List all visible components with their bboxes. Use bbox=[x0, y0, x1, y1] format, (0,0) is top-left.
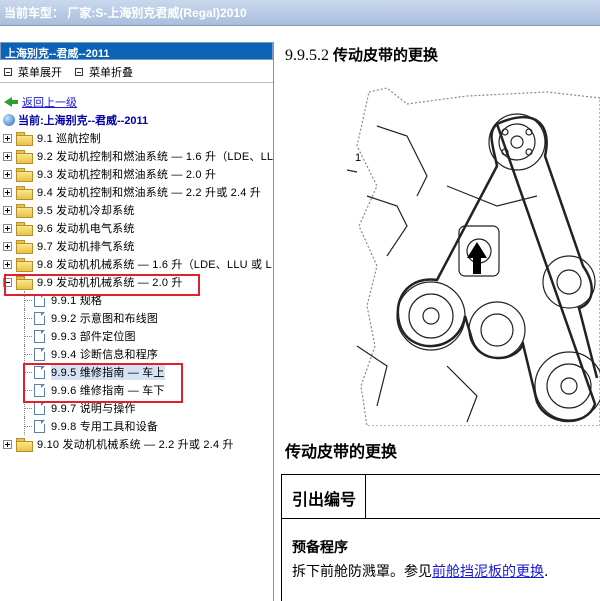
current-location: 当前:上海别克--君威--2011 bbox=[0, 111, 273, 129]
tree-item-9-2[interactable]: 9.2 发动机控制和燃油系统 — 1.6 升（LDE、LL bbox=[0, 147, 273, 165]
plus-icon[interactable] bbox=[3, 151, 12, 161]
plus-icon[interactable] bbox=[3, 187, 12, 197]
tree-item-label: 9.3 发动机控制和燃油系统 — 2.0 升 bbox=[37, 169, 217, 181]
collapse-icon bbox=[75, 68, 84, 76]
tree-item-label: 9.1 巡航控制 bbox=[37, 133, 101, 145]
header-blank-cell bbox=[366, 475, 600, 519]
back-link[interactable]: 返回上一级 bbox=[22, 94, 77, 110]
document-icon bbox=[34, 365, 45, 379]
document-icon bbox=[34, 347, 45, 361]
globe-icon bbox=[3, 114, 15, 126]
content-pane: 9.9.5.2 传动皮带的更换 1 传动皮带的更换 引出编号 预备程序 拆下前舱… bbox=[277, 42, 600, 601]
tree-item-label: 9.9.3 部件定位图 bbox=[51, 331, 136, 343]
open-folder-icon bbox=[16, 276, 33, 290]
folder-icon bbox=[16, 168, 33, 182]
section-title: 9.9.5.2 传动皮带的更换 bbox=[285, 44, 438, 65]
tree-item-label: 9.8 发动机机械系统 — 1.6 升（LDE、LLU 或 L bbox=[37, 259, 272, 271]
expand-icon bbox=[4, 68, 12, 76]
document-icon bbox=[34, 329, 45, 343]
expand-menu-button[interactable]: 菜单展开 bbox=[4, 64, 62, 80]
tree-item-label: 9.2 发动机控制和燃油系统 — 1.6 升（LDE、LL bbox=[37, 151, 274, 163]
tree-item-label: 9.5 发动机冷却系统 bbox=[37, 205, 135, 217]
tree-item-9-9-3[interactable]: 9.9.3 部件定位图 bbox=[0, 327, 273, 345]
document-icon bbox=[34, 383, 45, 397]
tree-item-label: 9.9.7 说明与操作 bbox=[51, 403, 136, 415]
tree-item-9-1[interactable]: 9.1 巡航控制 bbox=[0, 129, 273, 147]
tree-item-9-9-1[interactable]: 9.9.1 规格 bbox=[0, 291, 273, 309]
document-icon bbox=[34, 311, 45, 325]
expand-menu-label: 菜单展开 bbox=[18, 67, 62, 79]
minus-icon[interactable] bbox=[3, 277, 12, 287]
plus-icon[interactable] bbox=[3, 223, 12, 233]
tree-item-9-5[interactable]: 9.5 发动机冷却系统 bbox=[0, 201, 273, 219]
drive-belt-diagram bbox=[347, 87, 600, 426]
menu-toolbar: 菜单展开 菜单折叠 bbox=[0, 60, 273, 80]
collapse-menu-button[interactable]: 菜单折叠 bbox=[75, 64, 133, 80]
nav-tree: 9.1 巡航控制 9.2 发动机控制和燃油系统 — 1.6 升（LDE、LL 9… bbox=[0, 129, 273, 453]
tree-item-label: 9.9.6 维修指南 — 车下 bbox=[51, 385, 165, 397]
section-title-text: 传动皮带的更换 bbox=[333, 46, 439, 64]
procedure-heading: 传动皮带的更换 bbox=[285, 442, 398, 461]
tree-item-9-4[interactable]: 9.4 发动机控制和燃油系统 — 2.2 升或 2.4 升 bbox=[0, 183, 273, 201]
tree-item-9-8[interactable]: 9.8 发动机机械系统 — 1.6 升（LDE、LLU 或 L bbox=[0, 255, 273, 273]
folder-icon bbox=[16, 150, 33, 164]
back-arrow-icon bbox=[4, 97, 18, 107]
folder-icon bbox=[16, 438, 33, 452]
title-value: 厂家:S-上海别克君威(Regal)2010 bbox=[67, 6, 247, 20]
tree-item-9-9-8[interactable]: 9.9.8 专用工具和设备 bbox=[0, 417, 273, 435]
tree-item-9-10[interactable]: 9.10 发动机机械系统 — 2.2 升或 2.4 升 bbox=[0, 435, 273, 453]
document-icon bbox=[34, 401, 45, 415]
document-icon bbox=[34, 293, 45, 307]
divider bbox=[0, 82, 273, 83]
prep-title: 预备程序 bbox=[292, 540, 348, 556]
window-title-bar: 当前车型： 厂家:S-上海别克君威(Regal)2010 bbox=[0, 0, 600, 26]
tree-item-9-7[interactable]: 9.7 发动机排气系统 bbox=[0, 237, 273, 255]
tree-item-label: 9.4 发动机控制和燃油系统 — 2.2 升或 2.4 升 bbox=[37, 187, 262, 199]
folder-icon bbox=[16, 258, 33, 272]
tree-item-label: 9.9.4 诊断信息和程序 bbox=[51, 349, 159, 361]
folder-icon bbox=[16, 204, 33, 218]
current-location-label: 当前:上海别克--君威--2011 bbox=[18, 115, 149, 127]
tree-item-9-9-6[interactable]: 9.9.6 维修指南 — 车下 bbox=[0, 381, 273, 399]
top-strip bbox=[0, 26, 600, 42]
tree-item-label: 9.10 发动机机械系统 — 2.2 升或 2.4 升 bbox=[37, 439, 234, 451]
tree-item-label: 9.6 发动机电气系统 bbox=[37, 223, 135, 235]
plus-icon[interactable] bbox=[3, 259, 12, 269]
plus-icon[interactable] bbox=[3, 241, 12, 251]
tree-item-9-9-7[interactable]: 9.9.7 说明与操作 bbox=[0, 399, 273, 417]
tree-item-9-9-4[interactable]: 9.9.4 诊断信息和程序 bbox=[0, 345, 273, 363]
callout-header-cell: 引出编号 bbox=[282, 475, 366, 519]
tree-item-label: 9.9.2 示意图和布线图 bbox=[51, 313, 159, 325]
plus-icon[interactable] bbox=[3, 439, 12, 449]
prep-text-body: 拆下前舱防溅罩。参见 bbox=[292, 564, 432, 580]
document-icon bbox=[34, 419, 45, 433]
section-number: 9.9.5.2 bbox=[285, 47, 329, 64]
collapse-menu-label: 菜单折叠 bbox=[89, 67, 134, 79]
folder-icon bbox=[16, 240, 33, 254]
tree-item-9-3[interactable]: 9.3 发动机控制和燃油系统 — 2.0 升 bbox=[0, 165, 273, 183]
tree-item-label: 9.9.8 专用工具和设备 bbox=[51, 421, 159, 433]
tree-item-9-9-5[interactable]: 9.9.5 维修指南 — 车上 bbox=[0, 363, 273, 381]
procedure-table: 引出编号 预备程序 拆下前舱防溅罩。参见前舱挡泥板的更换. bbox=[281, 474, 600, 601]
tree-item-label-selected: 9.9.5 维修指南 — 车上 bbox=[51, 364, 165, 380]
prep-text: 拆下前舱防溅罩。参见前舱挡泥板的更换. bbox=[292, 561, 548, 581]
plus-icon[interactable] bbox=[3, 169, 12, 179]
tree-item-label: 9.9 发动机机械系统 — 2.0 升 bbox=[37, 277, 183, 289]
prep-text-suffix: . bbox=[544, 564, 549, 580]
tree-item-9-9-2[interactable]: 9.9.2 示意图和布线图 bbox=[0, 309, 273, 327]
tree-item-9-9[interactable]: 9.9 发动机机械系统 — 2.0 升 bbox=[0, 273, 273, 291]
navigation-pane: 上海别克--君威--2011 菜单展开 菜单折叠 返回上一级 当前:上海别克--… bbox=[0, 42, 274, 601]
back-link-row[interactable]: 返回上一级 bbox=[0, 93, 273, 111]
title-prefix: 当前车型： bbox=[4, 6, 65, 20]
fender-replacement-link[interactable]: 前舱挡泥板的更换 bbox=[432, 564, 544, 580]
folder-icon bbox=[16, 132, 33, 146]
plus-icon[interactable] bbox=[3, 205, 12, 215]
tree-item-label: 9.9.1 规格 bbox=[51, 295, 103, 307]
tree-item-label: 9.7 发动机排气系统 bbox=[37, 241, 135, 253]
folder-icon bbox=[16, 222, 33, 236]
plus-icon[interactable] bbox=[3, 133, 12, 143]
tree-item-9-6[interactable]: 9.6 发动机电气系统 bbox=[0, 219, 273, 237]
folder-icon bbox=[16, 186, 33, 200]
sidebar-header: 上海别克--君威--2011 bbox=[0, 42, 273, 60]
